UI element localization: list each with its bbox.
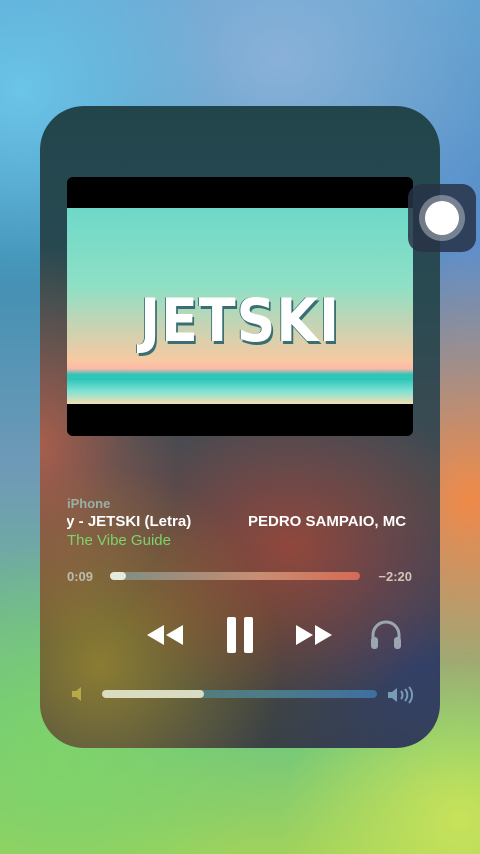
artwork-title-text: JETSKI (139, 286, 341, 356)
rewind-icon (147, 625, 183, 645)
time-elapsed: 0:09 (67, 569, 94, 584)
headphones-icon (371, 620, 401, 649)
track-artist: PEDRO SAMPAIO, MC (248, 513, 407, 530)
audio-output-button[interactable] (366, 615, 406, 655)
volume-level (102, 690, 204, 698)
playback-scrubber[interactable] (110, 572, 360, 580)
now-playing-panel: JETSKI iPhone dy - JETSKI (Letra) PEDRO … (40, 106, 440, 748)
artwork-sea (67, 378, 413, 404)
album-artwork[interactable]: JETSKI (67, 177, 413, 436)
artwork-beach-scene: JETSKI (67, 208, 413, 404)
assistive-touch-ring (419, 195, 465, 241)
track-album: The Vibe Guide (67, 532, 171, 549)
rewind-button[interactable] (143, 617, 187, 653)
pause-button[interactable] (218, 613, 262, 657)
time-remaining: −2:20 (378, 569, 412, 584)
scrubber-progress (110, 572, 126, 580)
fast-forward-button[interactable] (292, 617, 336, 653)
volume-low-icon (72, 687, 81, 701)
fast-forward-icon (296, 625, 332, 645)
track-title: dy - JETSKI (Letra) (67, 513, 192, 530)
output-device-label: iPhone (67, 496, 111, 511)
volume-slider[interactable] (102, 690, 377, 698)
pause-icon (227, 617, 253, 653)
assistive-touch-button[interactable] (408, 184, 476, 252)
assistive-touch-dot (425, 201, 459, 235)
volume-high-icon (388, 686, 413, 704)
